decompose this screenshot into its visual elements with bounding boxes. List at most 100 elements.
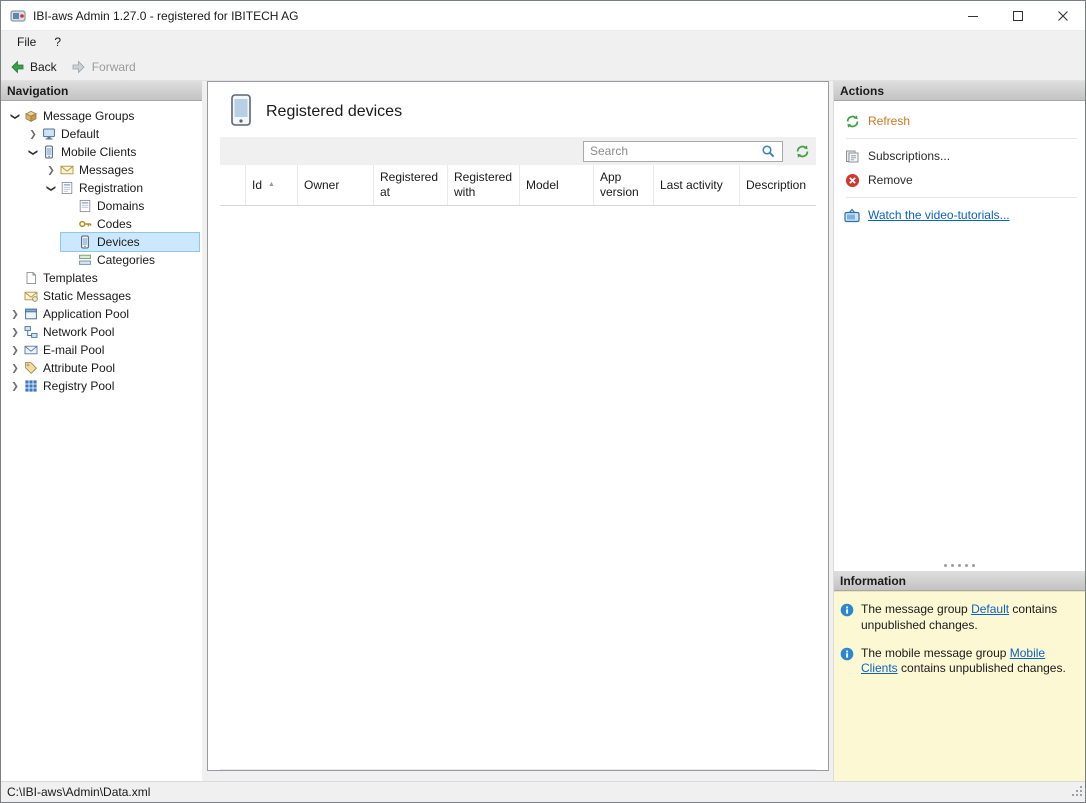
messages-icon [59, 162, 75, 178]
tree-item-default[interactable]: ❯ Default [1, 125, 202, 143]
tree-item-attribute-pool[interactable]: ❯ Attribute Pool [1, 359, 202, 377]
action-subscriptions[interactable]: Subscriptions... [844, 144, 1079, 168]
refresh-icon [844, 114, 860, 129]
resize-grip-icon[interactable] [1071, 785, 1083, 800]
maximize-button[interactable] [995, 1, 1040, 30]
forward-button[interactable]: Forward [71, 59, 136, 75]
chevron-collapsed-icon[interactable]: ❯ [7, 363, 23, 374]
action-video-tutorials[interactable]: Watch the video-tutorials... [844, 203, 1079, 227]
back-label: Back [30, 60, 57, 74]
info-icon [840, 647, 854, 664]
menu-bar: File ? [1, 31, 1085, 53]
action-video-tutorials-label: Watch the video-tutorials... [868, 208, 1010, 222]
information-header: Information [834, 571, 1085, 591]
mobile-clients-icon [41, 144, 57, 160]
chevron-collapsed-icon[interactable]: ❯ [7, 345, 23, 356]
action-refresh[interactable]: Refresh [844, 109, 1079, 133]
tree-item-mobile-clients[interactable]: ❯ Mobile Clients [1, 143, 202, 161]
column-header-registered-with[interactable]: Registered with [448, 165, 520, 205]
domains-icon [77, 198, 93, 214]
chevron-collapsed-icon[interactable]: ❯ [43, 165, 59, 176]
tree-item-static-messages[interactable]: Static Messages [1, 287, 202, 305]
column-header-description[interactable]: Description [740, 165, 816, 205]
search-input[interactable] [590, 144, 758, 158]
refresh-icon [795, 144, 810, 159]
table-body-empty [220, 206, 816, 769]
column-header-model[interactable]: Model [520, 165, 594, 205]
chevron-collapsed-icon[interactable]: ❯ [7, 309, 23, 320]
static-messages-icon [23, 288, 39, 304]
content-area: Navigation ❯ Message Groups ❯ Defau [1, 81, 1085, 781]
column-header-last-activity[interactable]: Last activity [654, 165, 740, 205]
main-header: Registered devices [208, 82, 828, 137]
tree-item-application-pool[interactable]: ❯ Application Pool [1, 305, 202, 323]
tree-item-registry-pool[interactable]: ❯ Registry Pool [1, 377, 202, 395]
title-bar: IBI-aws Admin 1.27.0 - registered for IB… [1, 1, 1085, 31]
forward-arrow-icon [71, 59, 87, 75]
back-arrow-icon [9, 59, 25, 75]
email-pool-icon [23, 342, 39, 358]
close-button[interactable] [1040, 1, 1085, 30]
page-title: Registered devices [266, 103, 402, 121]
tree-item-registration[interactable]: ❯ Registration [1, 179, 202, 197]
panel-splitter[interactable] [834, 559, 1085, 571]
action-remove[interactable]: Remove [844, 168, 1079, 192]
search-icon[interactable] [758, 141, 778, 161]
column-header-id[interactable]: Id ▲ [246, 165, 298, 205]
right-panel: Actions Refresh Subscriptions... [833, 81, 1085, 781]
actions-list: Refresh Subscriptions... Remove [834, 101, 1085, 227]
network-pool-icon [23, 324, 39, 340]
search-box[interactable] [583, 141, 783, 162]
menu-file[interactable]: File [9, 33, 44, 51]
devices-table: Id ▲ Owner Registered at Registered with… [220, 165, 816, 770]
tree-item-message-groups[interactable]: ❯ Message Groups [1, 107, 202, 125]
actions-separator [846, 138, 1077, 139]
tv-icon [844, 208, 860, 223]
action-refresh-label: Refresh [868, 114, 910, 128]
tree-item-templates[interactable]: Templates [1, 269, 202, 287]
action-subscriptions-label: Subscriptions... [868, 149, 950, 163]
tree-item-email-pool[interactable]: ❯ E-mail Pool [1, 341, 202, 359]
sort-ascending-icon: ▲ [268, 181, 275, 190]
menu-help[interactable]: ? [46, 33, 69, 51]
app-icon [10, 8, 26, 24]
navigation-panel: Navigation ❯ Message Groups ❯ Defau [1, 81, 202, 781]
templates-icon [23, 270, 39, 286]
tree-item-devices[interactable]: Devices [1, 233, 202, 251]
minimize-button[interactable] [950, 1, 995, 30]
info-text: The mobile message group Mobile Clients … [861, 646, 1075, 678]
row-selector-column-header[interactable] [220, 165, 246, 205]
column-header-registered-at[interactable]: Registered at [374, 165, 448, 205]
tree-item-network-pool[interactable]: ❯ Network Pool [1, 323, 202, 341]
chevron-expanded-icon[interactable]: ❯ [46, 180, 57, 196]
registered-devices-icon [230, 94, 252, 129]
tree-item-codes[interactable]: Codes [1, 215, 202, 233]
column-header-app-version[interactable]: App version [594, 165, 654, 205]
selected-tree-item[interactable]: Devices [61, 233, 199, 251]
actions-separator [846, 197, 1077, 198]
tree-item-categories[interactable]: Categories [1, 251, 202, 269]
info-icon [840, 603, 854, 620]
chevron-collapsed-icon[interactable]: ❯ [7, 381, 23, 392]
chevron-expanded-icon[interactable]: ❯ [10, 108, 21, 124]
status-bar: C:\IBI-aws\Admin\Data.xml [1, 781, 1085, 802]
table-header-row: Id ▲ Owner Registered at Registered with… [220, 165, 816, 206]
chevron-collapsed-icon[interactable]: ❯ [25, 129, 41, 140]
default-group-link[interactable]: Default [971, 602, 1009, 616]
message-groups-icon [23, 108, 39, 124]
default-group-icon [41, 126, 57, 142]
chevron-expanded-icon[interactable]: ❯ [28, 144, 39, 160]
registry-pool-icon [23, 378, 39, 394]
codes-icon [77, 216, 93, 232]
refresh-table-button[interactable] [792, 141, 812, 161]
tree-item-domains[interactable]: Domains [1, 197, 202, 215]
chevron-collapsed-icon[interactable]: ❯ [7, 327, 23, 338]
action-remove-label: Remove [868, 173, 913, 187]
window-title: IBI-aws Admin 1.27.0 - registered for IB… [33, 9, 950, 23]
categories-icon [77, 252, 93, 268]
info-message-mobile-clients: The mobile message group Mobile Clients … [840, 646, 1079, 678]
back-button[interactable]: Back [9, 59, 57, 75]
attribute-pool-icon [23, 360, 39, 376]
tree-item-messages[interactable]: ❯ Messages [1, 161, 202, 179]
column-header-owner[interactable]: Owner [298, 165, 374, 205]
